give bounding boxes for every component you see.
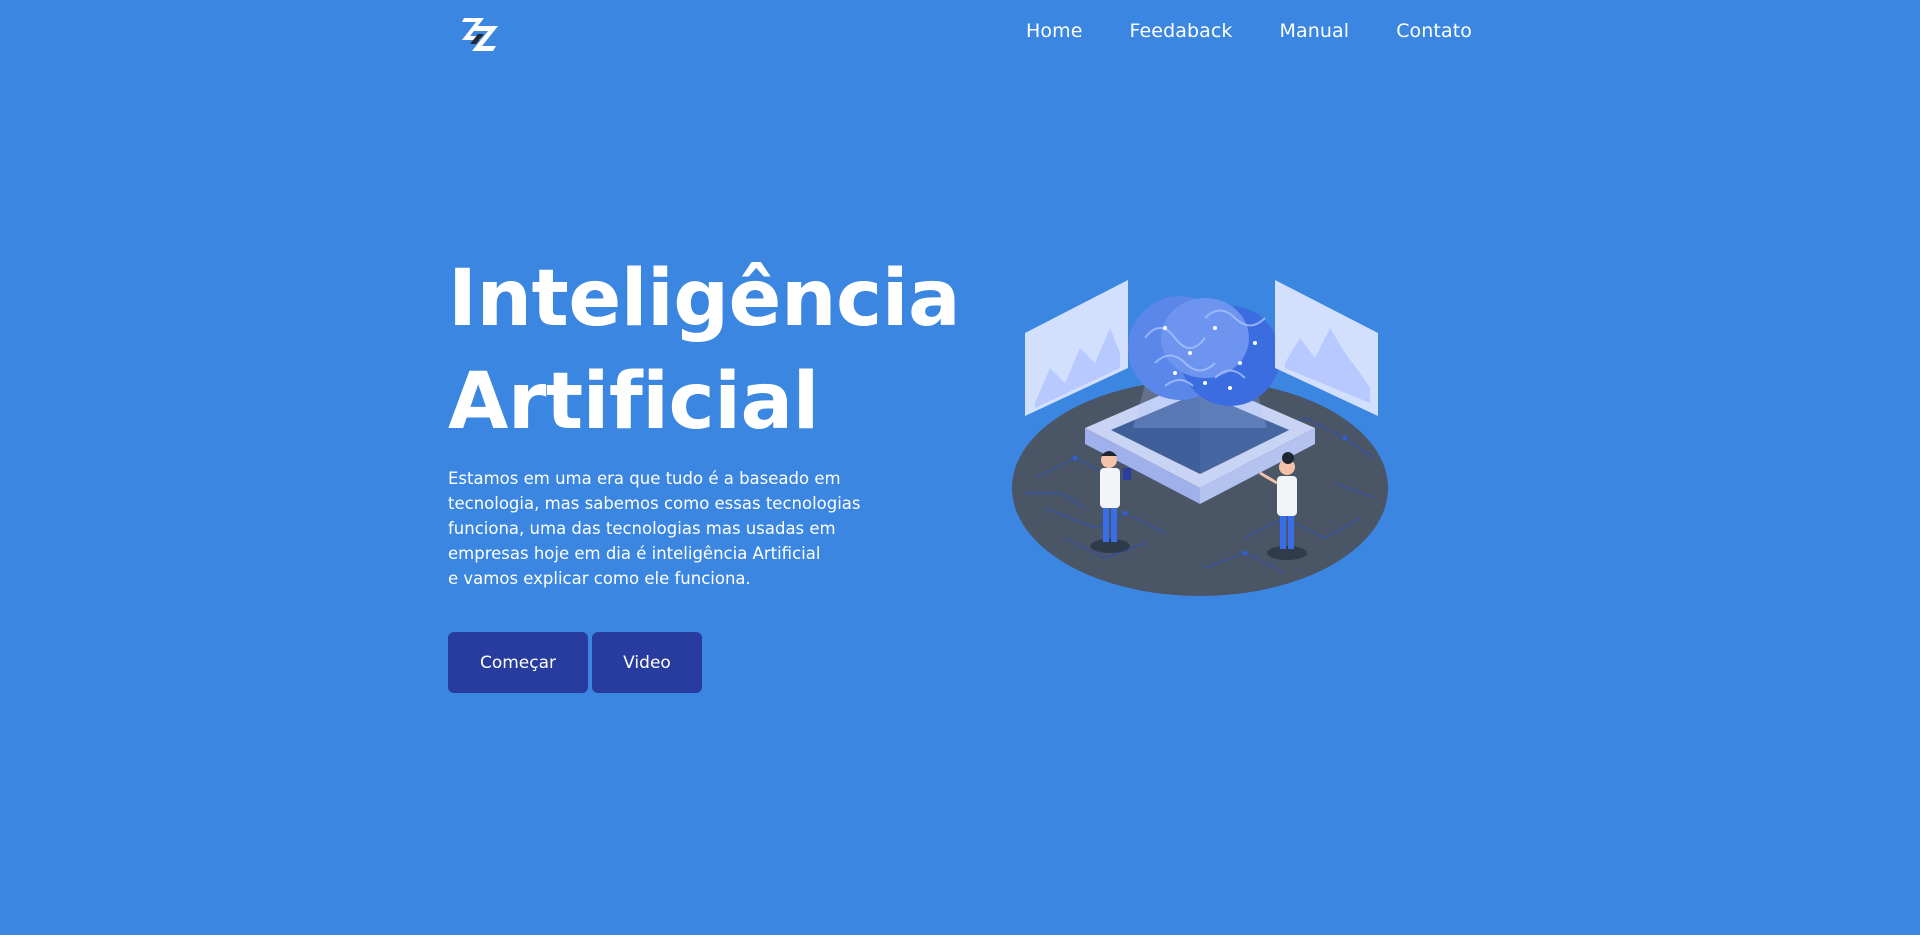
hero-description: Estamos em uma era que tudo é a baseado … xyxy=(448,466,908,591)
hero-description-line: tecnologia, mas sabemos como essas tecno… xyxy=(448,494,861,513)
hero-title-line-1: Inteligência xyxy=(448,254,961,344)
nav-home[interactable]: Home xyxy=(1026,20,1083,42)
video-button[interactable]: Video xyxy=(592,632,702,693)
hero-title: Inteligência Artificial xyxy=(448,248,1008,454)
hero-description-line: funciona, uma das tecnologias mas usadas… xyxy=(448,519,836,538)
hero-description-line: empresas hoje em dia é inteligência Arti… xyxy=(448,544,821,563)
hero-title-line-2: Artificial xyxy=(448,357,819,447)
start-button[interactable]: Começar xyxy=(448,632,588,693)
zz-logo-icon[interactable] xyxy=(458,14,504,54)
site-header: Home Feedaback Manual Contato xyxy=(448,0,1472,70)
ai-brain-chip-illustration xyxy=(1005,268,1405,608)
main-nav: Home Feedaback Manual Contato xyxy=(1026,20,1472,42)
nav-contato[interactable]: Contato xyxy=(1396,20,1472,42)
hero-description-line: Estamos em uma era que tudo é a baseado … xyxy=(448,469,841,488)
nav-feedback[interactable]: Feedaback xyxy=(1130,20,1233,42)
hero-buttons: Começar Video xyxy=(448,632,702,693)
nav-manual[interactable]: Manual xyxy=(1280,20,1350,42)
hero-description-line: e vamos explicar como ele funciona. xyxy=(448,569,751,588)
landing-page: Home Feedaback Manual Contato Inteligênc… xyxy=(0,0,1920,935)
